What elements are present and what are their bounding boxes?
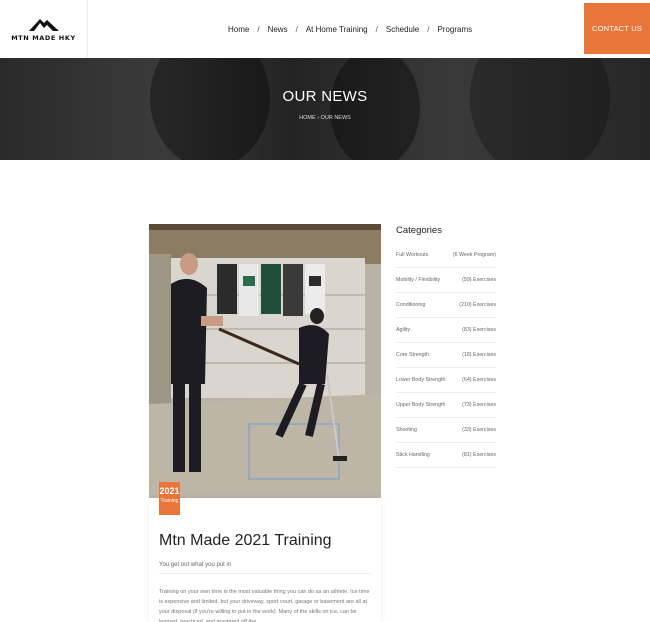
nav-item-news[interactable]: News [268,25,288,34]
hero-background-shape [330,58,420,160]
hero-background-shape [470,58,610,160]
garage-training-photo [149,224,381,498]
post-divider [159,573,371,574]
post-date-badge: 2021 Training [159,482,180,515]
category-count: (64) Exercises [462,377,496,383]
main-nav: Home / News / At Home Training / Schedul… [228,0,472,58]
category-item-shooting[interactable]: Shooting (33) Exercises [396,418,496,443]
post-featured-image[interactable] [149,224,381,498]
category-count: (33) Exercises [462,427,496,433]
logo-text: MTN MADE HKY [11,33,76,42]
post-title[interactable]: Mtn Made 2021 Training [159,532,332,550]
nav-item-home[interactable]: Home [228,25,249,34]
nav-separator: / [295,24,298,34]
nav-separator: / [257,24,260,34]
post-date-label: Training [160,498,179,504]
category-name: Mobility / Flexibility [396,277,441,283]
post-excerpt: Training on your own time is the most va… [159,589,370,622]
category-count: (59) Exercises [462,277,496,283]
breadcrumb-separator: › [317,115,320,121]
category-count: (18) Exercises [462,352,496,358]
hero-background-shape [150,58,270,160]
category-count: (73) Exercises [462,402,496,408]
site-logo[interactable]: MTN MADE HKY [0,0,88,58]
site-header: MTN MADE HKY Home / News / At Home Train… [0,0,650,58]
contact-us-button[interactable]: CONTACT US [584,3,650,54]
category-count: (83) Exercises [462,327,496,333]
category-item-upper-body-strength[interactable]: Upper Body Strength (73) Exercises [396,393,496,418]
mountain-logo-icon [28,18,59,31]
category-count: (210) Exercises [459,302,496,308]
nav-item-programs[interactable]: Programs [437,25,472,34]
page-title: OUR NEWS [282,88,368,105]
category-count: (81) Exercises [462,452,496,458]
nav-item-at-home-training[interactable]: At Home Training [306,25,368,34]
categories-title: Categories [396,225,442,236]
category-item-stick-handling[interactable]: Stick Handling (81) Exercises [396,443,496,468]
category-name: Shooting [396,427,417,433]
category-name: Full Workouts [396,252,429,258]
category-item-core-strength[interactable]: Core Strength (18) Exercises [396,343,496,368]
category-item-agility[interactable]: Agility (83) Exercises [396,318,496,343]
category-name: Conditioning [396,302,426,308]
category-name: Stick Handling [396,452,430,458]
category-name: Core Strength [396,352,429,358]
post-date-year: 2021 [159,486,180,496]
category-item-mobility-flexibility[interactable]: Mobility / Flexibility (59) Exercises [396,268,496,293]
nav-item-schedule[interactable]: Schedule [386,25,419,34]
post-subtitle: You get out what you put in [159,562,232,568]
category-name: Agility [396,327,411,333]
breadcrumb: HOME › OUR NEWS [0,115,650,121]
categories-list: Full Workouts (6 Week Program) Mobility … [396,243,496,468]
category-name: Upper Body Strength [396,402,446,408]
breadcrumb-home[interactable]: HOME [299,115,316,121]
category-item-conditioning[interactable]: Conditioning (210) Exercises [396,293,496,318]
hero-banner: OUR NEWS HOME › OUR NEWS [0,58,650,160]
category-item-lower-body-strength[interactable]: Lower Body Strength (64) Exercises [396,368,496,393]
category-item-full-workouts[interactable]: Full Workouts (6 Week Program) [396,243,496,268]
nav-separator: / [375,24,378,34]
nav-separator: / [427,24,430,34]
breadcrumb-current: OUR NEWS [320,115,351,121]
category-name: Lower Body Strength [396,377,446,383]
category-count: (6 Week Program) [452,252,496,258]
